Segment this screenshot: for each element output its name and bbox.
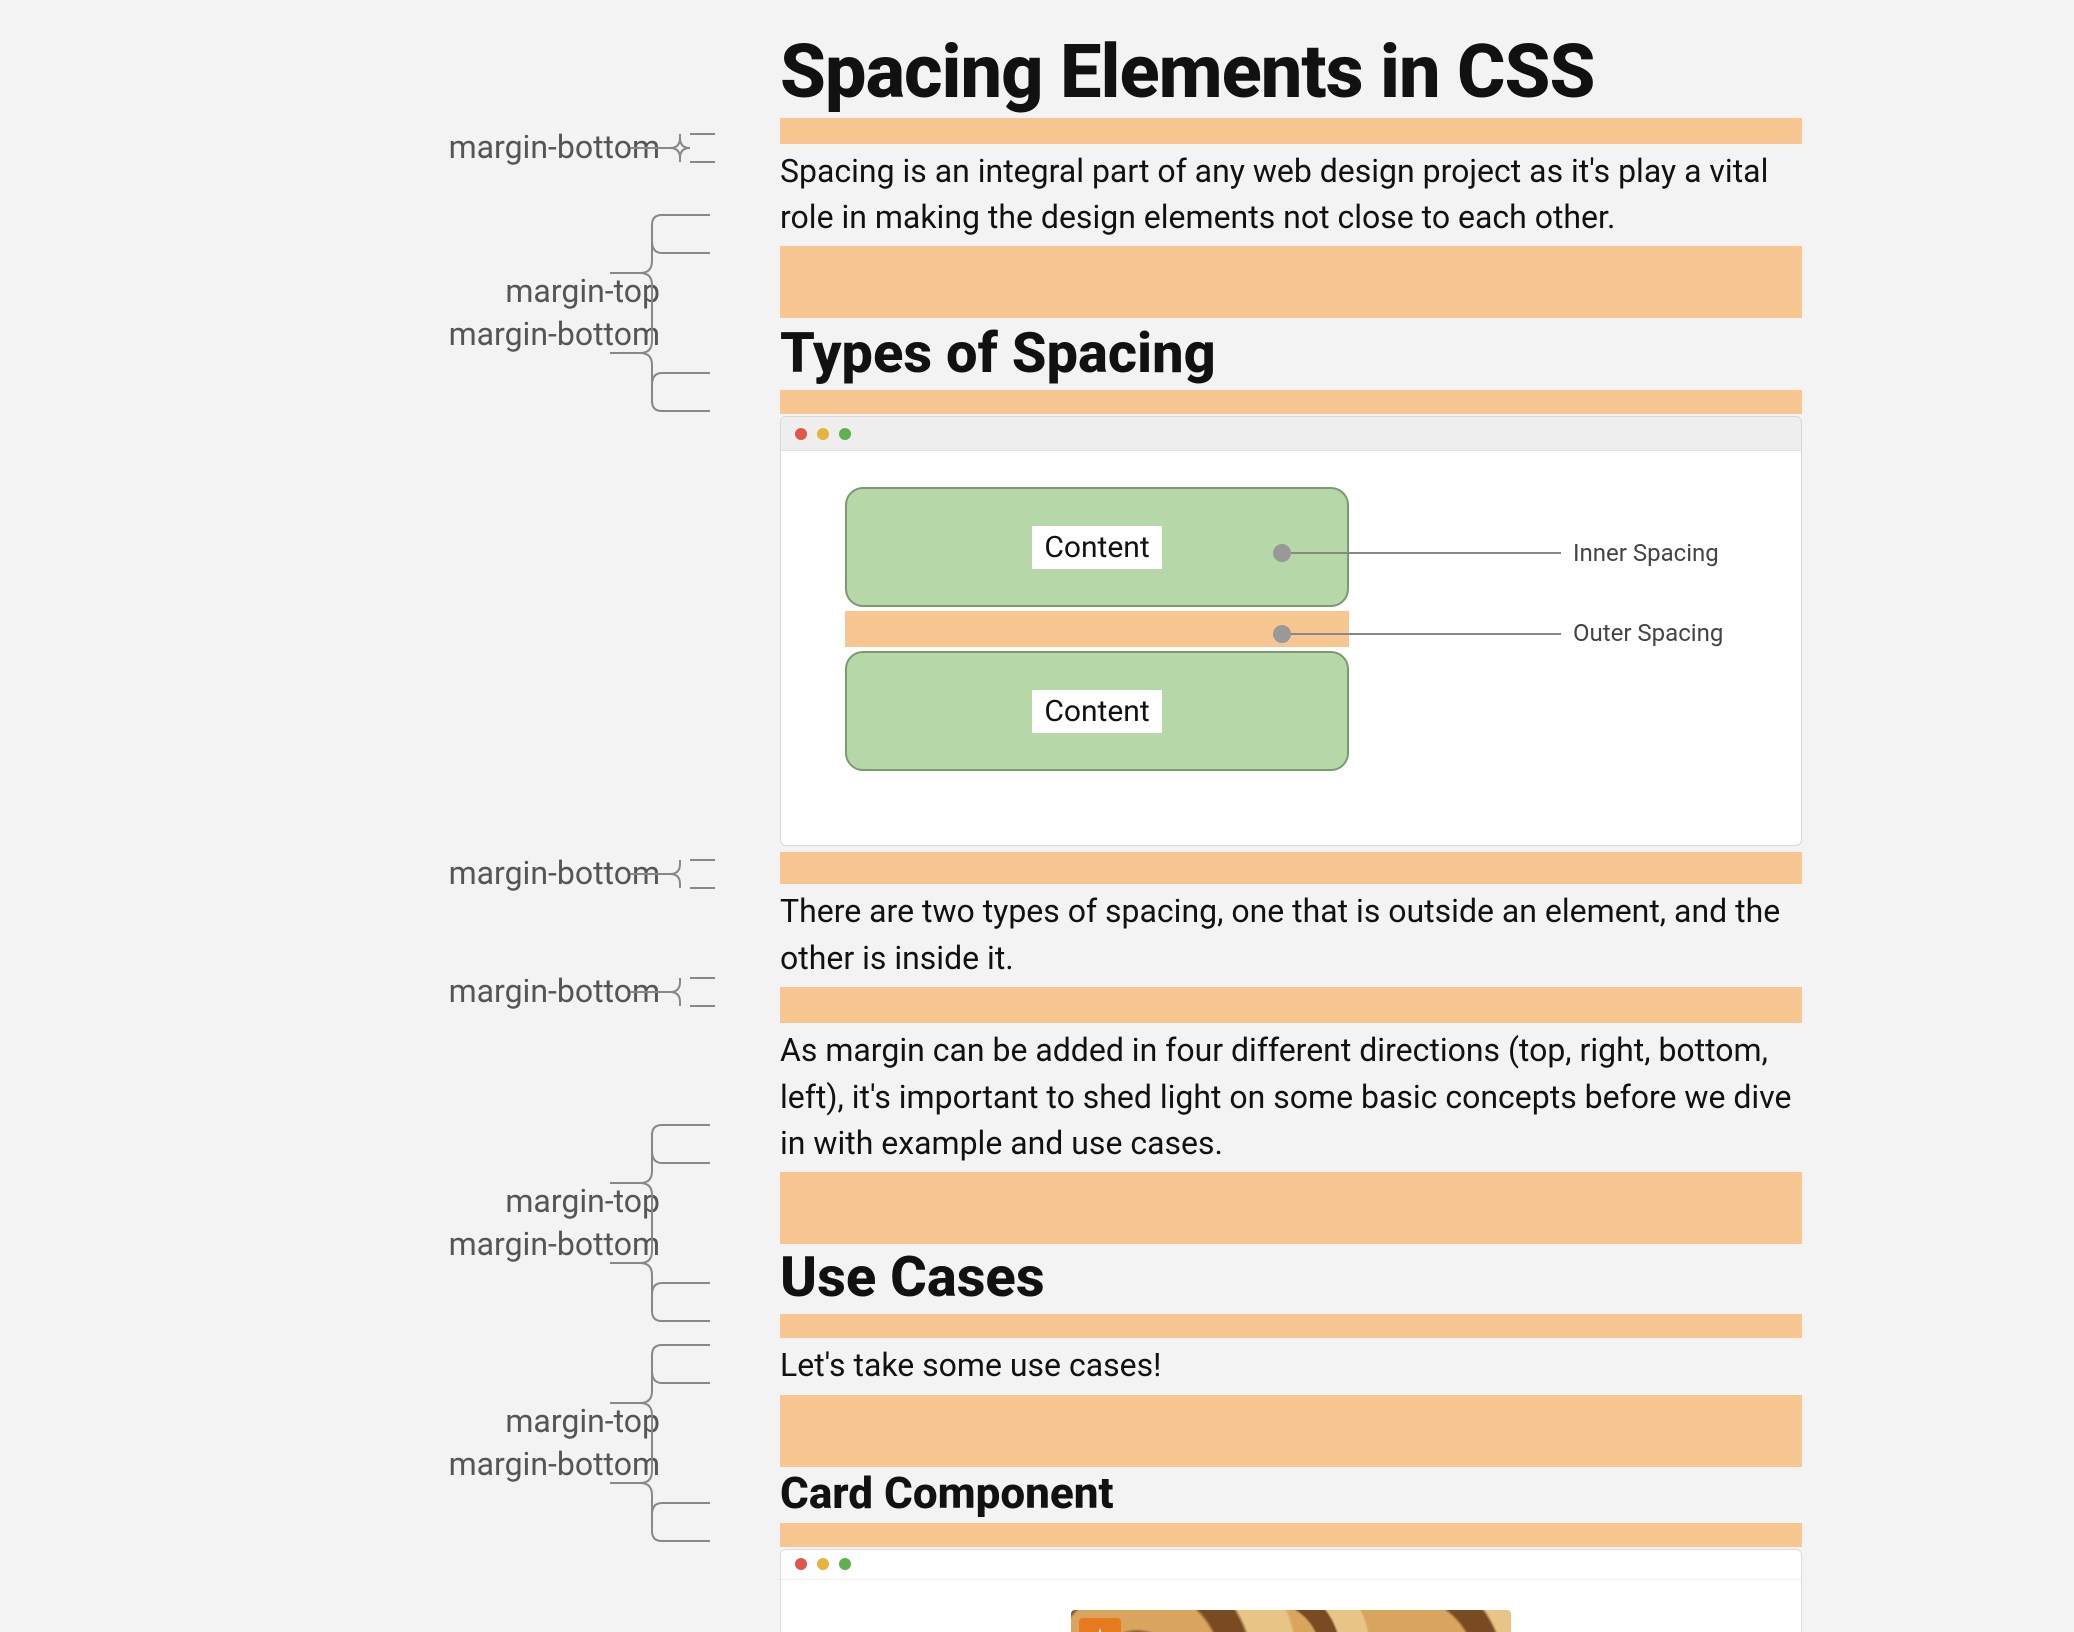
figure-card-component: ★ xyxy=(780,1549,1802,1632)
card-image xyxy=(1071,1610,1511,1632)
pointer-line xyxy=(1291,552,1561,554)
window-dot-yellow-icon xyxy=(817,428,829,440)
star-icon: ★ xyxy=(1088,1624,1111,1632)
label-margin-top-bottom-2: margin-top margin-bottom xyxy=(449,1180,660,1266)
bracket-icon xyxy=(620,972,720,1012)
spacer-peach xyxy=(780,852,1802,884)
bracket-icon xyxy=(600,1343,720,1543)
bracket-icon xyxy=(600,213,720,413)
window-chrome xyxy=(781,1550,1801,1580)
window-dot-green-icon xyxy=(839,1558,851,1570)
spacer-peach xyxy=(780,987,1802,1023)
heading-types: Types of Spacing xyxy=(780,320,1802,386)
types-paragraph-2: As margin can be added in four different… xyxy=(780,1027,1802,1166)
spacer-peach xyxy=(780,1395,1802,1467)
card-image-wrapper: ★ xyxy=(1071,1610,1511,1632)
label-margin-bottom-3: margin-bottom xyxy=(449,970,660,1013)
content-label: Content xyxy=(1032,526,1161,569)
spacer-peach xyxy=(780,390,1802,414)
window-dot-red-icon xyxy=(795,1558,807,1570)
label-margin-top-bottom-1: margin-top margin-bottom xyxy=(449,270,660,356)
content-box-2: Content xyxy=(845,651,1349,771)
window-dot-green-icon xyxy=(839,428,851,440)
use-cases-paragraph: Let's take some use cases! xyxy=(780,1342,1802,1388)
bracket-icon xyxy=(600,1123,720,1323)
types-paragraph-1: There are two types of spacing, one that… xyxy=(780,888,1802,981)
content-label: Content xyxy=(1032,690,1161,733)
favorite-badge: ★ xyxy=(1079,1618,1121,1632)
page-title: Spacing Elements in CSS xyxy=(780,34,1802,112)
article-column: Spacing Elements in CSS Spacing is an in… xyxy=(780,0,1802,1632)
outer-spacing-label: Outer Spacing xyxy=(1573,619,1723,647)
spacer-peach xyxy=(780,118,1802,144)
spacer-peach xyxy=(780,1314,1802,1338)
window-dot-yellow-icon xyxy=(817,1558,829,1570)
bracket-icon xyxy=(620,128,720,168)
spacer-peach xyxy=(780,1523,1802,1547)
bracket-icon xyxy=(620,854,720,894)
label-margin-bottom-1: margin-bottom xyxy=(449,126,660,169)
heading-use-cases: Use Cases xyxy=(780,1244,1802,1310)
label-margin-top-bottom-3: margin-top margin-bottom xyxy=(449,1400,660,1486)
intro-paragraph: Spacing is an integral part of any web d… xyxy=(780,148,1802,241)
inner-spacing-label: Inner Spacing xyxy=(1573,539,1719,567)
heading-card-component: Card Component xyxy=(780,1467,1802,1519)
window-chrome xyxy=(781,417,1801,451)
spacer-peach xyxy=(780,246,1802,318)
spacer-peach xyxy=(780,1172,1802,1244)
label-margin-bottom-2: margin-bottom xyxy=(449,852,660,895)
figure-inner-outer-spacing: Content Inner Spacing Outer Spacing Cont… xyxy=(780,416,1802,846)
pointer-line xyxy=(1291,633,1561,635)
window-dot-red-icon xyxy=(795,428,807,440)
